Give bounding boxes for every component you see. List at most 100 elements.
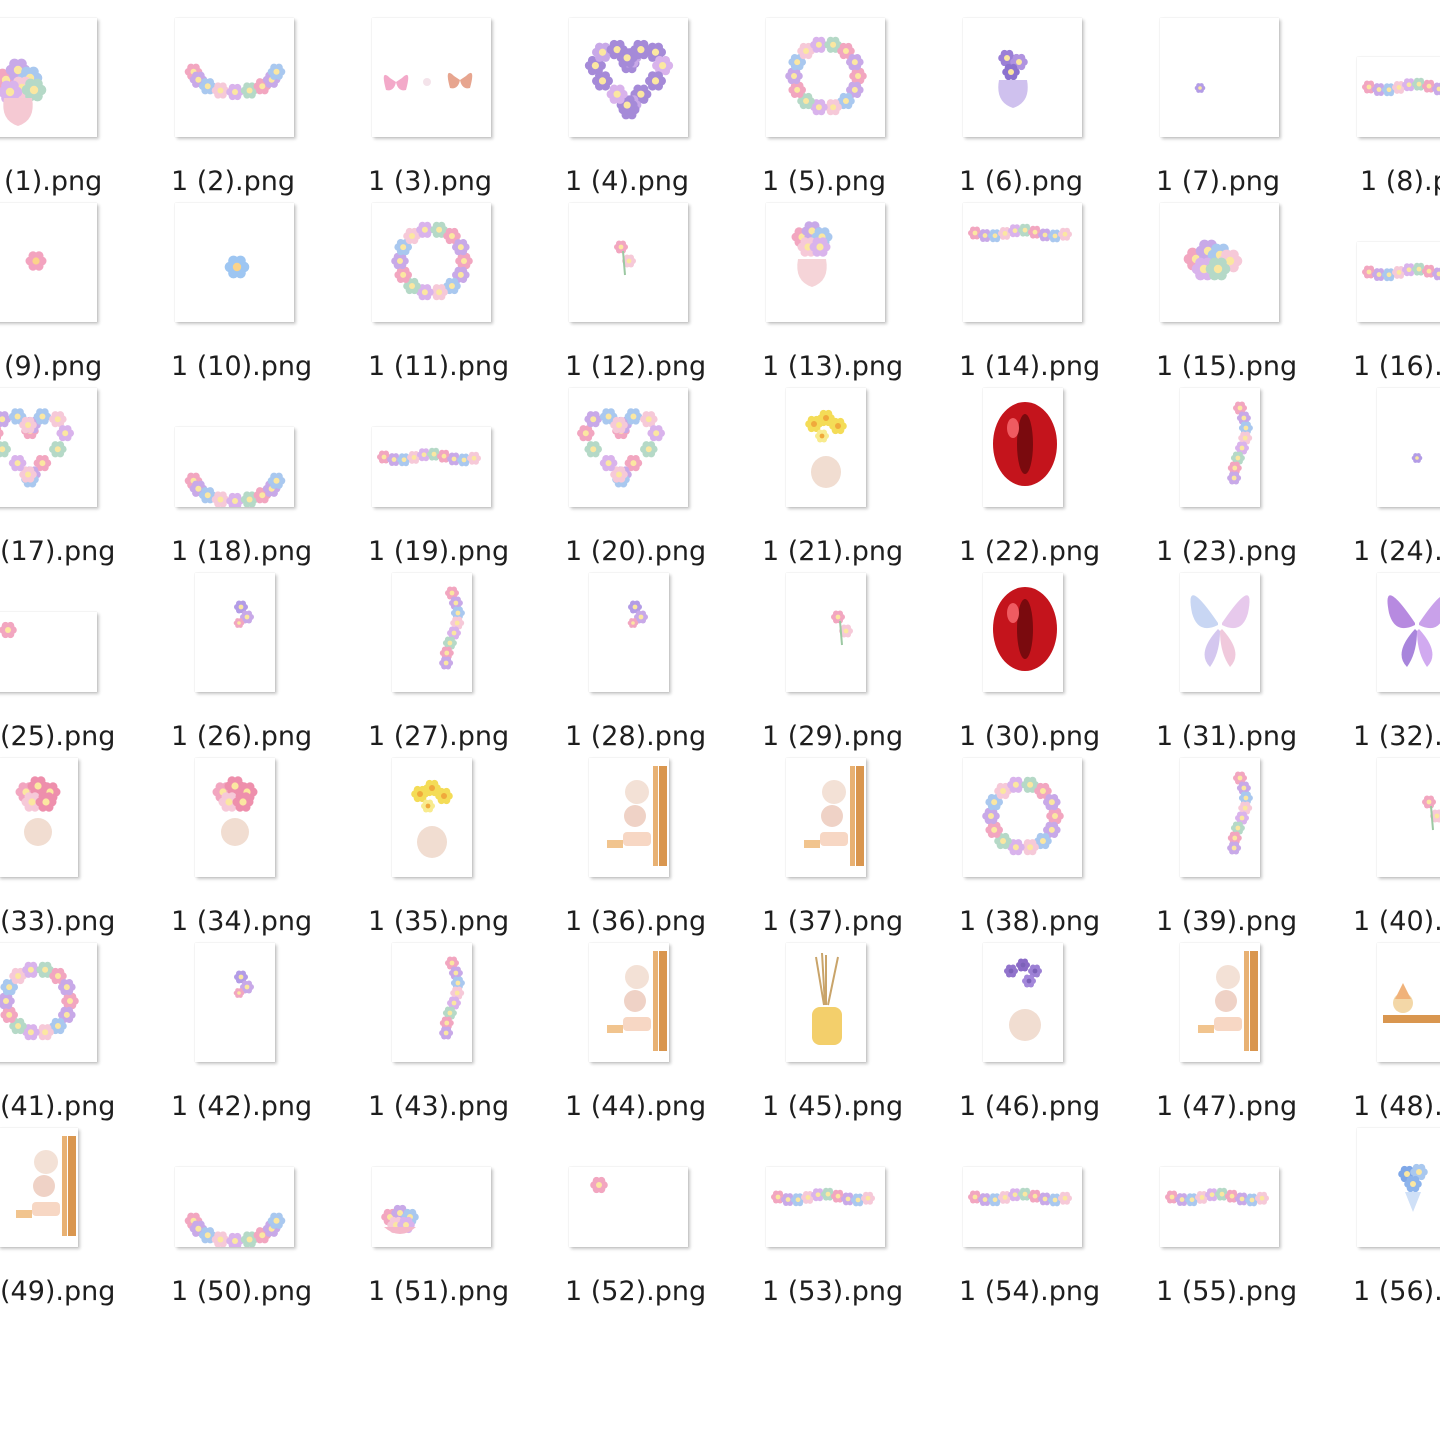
file-item[interactable]: 1 (32).p xyxy=(1353,573,1440,758)
file-name: 1 (44).png xyxy=(565,1091,707,1122)
file-item[interactable]: 1 (22).png xyxy=(959,388,1160,573)
file-item[interactable]: 1 (18).png xyxy=(171,388,372,573)
file-item[interactable]: 1 (12).png xyxy=(565,203,766,388)
file-item[interactable]: (9).png xyxy=(0,203,175,388)
file-item[interactable]: 1 (42).png xyxy=(171,943,372,1128)
file-item[interactable]: 1 (45).png xyxy=(762,943,963,1128)
pink-sprig-icon xyxy=(569,203,688,322)
spa-tray-icon xyxy=(1377,943,1440,1062)
file-item[interactable]: 1 (34).png xyxy=(171,758,372,943)
file-item[interactable]: 1 (50).png xyxy=(171,1128,372,1313)
file-item[interactable]: 1 (26).png xyxy=(171,573,372,758)
pink-flower-icon xyxy=(0,203,97,322)
file-item[interactable]: 1 (39).png xyxy=(1156,758,1357,943)
floral-garland-icon xyxy=(1357,242,1440,322)
file-item[interactable]: 1 (51).png xyxy=(368,1128,569,1313)
file-item[interactable]: 1 (54).png xyxy=(959,1128,1160,1313)
floral-border-icon xyxy=(1180,388,1260,507)
file-item[interactable]: 1 (36).png xyxy=(565,758,766,943)
file-item[interactable]: 1 (10).png xyxy=(171,203,372,388)
daffodil-vase-icon xyxy=(392,758,472,877)
file-item[interactable]: 1 (5).png xyxy=(762,18,963,203)
file-name: 1 (36).png xyxy=(565,906,707,937)
file-name: 1 (56).p xyxy=(1353,1276,1440,1307)
file-item[interactable]: 1 (24).p xyxy=(1353,388,1440,573)
file-name: 1 (42).png xyxy=(171,1091,313,1122)
file-item[interactable]: 1 (46).png xyxy=(959,943,1160,1128)
file-item[interactable]: 1 (14).png xyxy=(959,203,1160,388)
file-item[interactable]: 1 (19).png xyxy=(368,388,569,573)
purple-bouquet-icon xyxy=(963,18,1082,137)
file-name: 1 (29).png xyxy=(762,721,904,752)
file-item[interactable]: 1 (20).png xyxy=(565,388,766,573)
file-name: 1 (15).png xyxy=(1156,351,1298,382)
file-item[interactable]: 1 (35).png xyxy=(368,758,569,943)
file-item[interactable]: 1 (4).png xyxy=(565,18,766,203)
file-item[interactable]: 1 (55).png xyxy=(1156,1128,1357,1313)
rose-bouquet-icon xyxy=(0,18,97,137)
file-item[interactable]: (41).png xyxy=(0,943,175,1128)
file-item[interactable]: 1 (7).png xyxy=(1156,18,1357,203)
file-name: 1 (24).p xyxy=(1353,536,1440,567)
file-item[interactable]: (17).png xyxy=(0,388,175,573)
floral-arc-icon xyxy=(175,18,294,137)
file-item[interactable]: 1 (2).png xyxy=(171,18,372,203)
file-item[interactable]: 1 (27).png xyxy=(368,573,569,758)
purple-sprig-icon xyxy=(195,573,275,692)
file-name: (1).png xyxy=(4,166,103,197)
file-name: 1 (13).png xyxy=(762,351,904,382)
file-item[interactable]: 1 (21).png xyxy=(762,388,963,573)
file-name: 1 (4).png xyxy=(565,166,689,197)
file-item[interactable]: 1 (40).p xyxy=(1353,758,1440,943)
file-name: 1 (37).png xyxy=(762,906,904,937)
file-item[interactable]: 1 (30).png xyxy=(959,573,1160,758)
file-name: 1 (46).png xyxy=(959,1091,1101,1122)
blue-bouquet-icon xyxy=(1357,1128,1440,1247)
file-item[interactable]: 1 (43).png xyxy=(368,943,569,1128)
tiny-flower-icon xyxy=(1377,388,1440,507)
file-item[interactable]: 1 (31).png xyxy=(1156,573,1357,758)
red-lips-icon xyxy=(983,388,1063,507)
file-name: 1 (54).png xyxy=(959,1276,1101,1307)
floral-border-icon xyxy=(392,943,472,1062)
tiny-flower-icon xyxy=(1160,18,1279,137)
file-item[interactable]: 1 (37).png xyxy=(762,758,963,943)
file-item[interactable]: 1 (52).png xyxy=(565,1128,766,1313)
corner-flower-icon xyxy=(569,1167,688,1247)
file-item[interactable]: 1 (48).p xyxy=(1353,943,1440,1128)
file-item[interactable]: 1 (6).png xyxy=(959,18,1160,203)
purple-butterfly-icon xyxy=(1377,573,1440,692)
file-item[interactable]: 1 (28).png xyxy=(565,573,766,758)
corner-flower-icon xyxy=(0,612,97,692)
purple-heart-wreath-icon xyxy=(569,18,688,137)
file-item[interactable]: 1 (44).png xyxy=(565,943,766,1128)
file-item[interactable]: 1 (23).png xyxy=(1156,388,1357,573)
file-item[interactable]: 1 (29).png xyxy=(762,573,963,758)
file-item[interactable]: (49).png xyxy=(0,1128,175,1313)
file-item[interactable]: 1 (8).p xyxy=(1357,18,1440,203)
file-item[interactable]: 1 (47).png xyxy=(1156,943,1357,1128)
file-item[interactable]: 1 (16).p xyxy=(1353,203,1440,388)
heart-wreath-icon xyxy=(569,388,688,507)
file-item[interactable]: 1 (13).png xyxy=(762,203,963,388)
file-name: (9).png xyxy=(4,351,103,382)
file-item[interactable]: 1 (3).png xyxy=(368,18,569,203)
file-name: (49).png xyxy=(0,1276,116,1307)
file-item[interactable]: 1 (53).png xyxy=(762,1128,963,1313)
purple-sprig-icon xyxy=(589,573,669,692)
file-item[interactable]: (25).png xyxy=(0,573,175,758)
file-name: 1 (32).p xyxy=(1353,721,1440,752)
file-name: 1 (22).png xyxy=(959,536,1101,567)
file-item[interactable]: 1 (38).png xyxy=(959,758,1160,943)
file-item[interactable]: 1 (15).png xyxy=(1156,203,1357,388)
floral-arc-icon xyxy=(175,427,294,507)
file-name: 1 (21).png xyxy=(762,536,904,567)
purple-sprig-icon xyxy=(195,943,275,1062)
file-name: 1 (23).png xyxy=(1156,536,1298,567)
file-name: (41).png xyxy=(0,1091,116,1122)
file-item[interactable]: 1 (56).p xyxy=(1353,1128,1440,1313)
file-item[interactable]: (33).png xyxy=(0,758,175,943)
reed-diffuser-icon xyxy=(786,943,866,1062)
file-item[interactable]: 1 (11).png xyxy=(368,203,569,388)
file-item[interactable]: (1).png xyxy=(0,18,175,203)
